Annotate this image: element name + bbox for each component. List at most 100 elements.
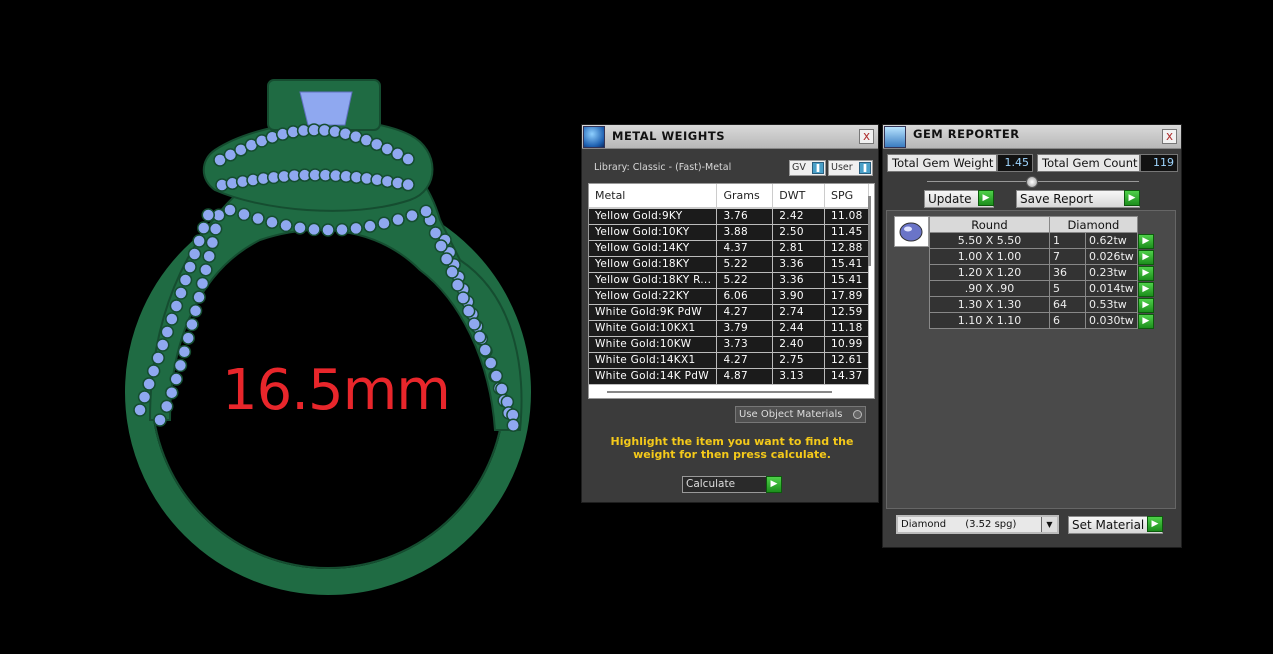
metal-weights-close-icon[interactable]: x	[859, 129, 874, 144]
gem-row-action[interactable]: ▶	[1137, 313, 1155, 329]
metal-table-cell: Yellow Gold:9KY	[589, 208, 718, 225]
right-shank-stone	[428, 226, 443, 240]
left-shank-stone	[159, 399, 174, 414]
metal-table-row[interactable]: Yellow Gold:22KY 6.06 3.90 17.89	[589, 288, 869, 305]
gem-size-cell: 1.20 X 1.20	[929, 264, 1050, 281]
gem-shape-header: Round	[929, 216, 1050, 233]
gem-row-action[interactable]: ▶	[1137, 233, 1155, 249]
metal-table-cell: 3.90	[772, 288, 826, 305]
set-material-button[interactable]: Set Material ▶	[1068, 516, 1163, 534]
left-shank-stone	[202, 249, 216, 263]
gem-row-arrow-icon[interactable]: ▶	[1137, 313, 1154, 329]
update-button[interactable]: Update ▶	[924, 190, 994, 208]
gem-row-arrow-icon[interactable]: ▶	[1137, 233, 1154, 249]
crossover-stone	[265, 215, 279, 230]
metal-column-header[interactable]: Metal	[589, 184, 718, 209]
left-shank-stone	[192, 234, 206, 248]
metal-table-row[interactable]: Yellow Gold:18KY 5.22 3.36 15.41	[589, 256, 869, 273]
gem-row-arrow-icon[interactable]: ▶	[1137, 265, 1154, 281]
gem-table-row[interactable]: 1.20 X 1.20 36 0.23tw ▶	[929, 264, 1156, 281]
gem-row-action[interactable]: ▶	[1137, 297, 1155, 313]
metal-table-row[interactable]: Yellow Gold:9KY 3.76 2.42 11.08	[589, 208, 869, 225]
gem-table-row[interactable]: 1.30 X 1.30 64 0.53tw ▶	[929, 296, 1156, 313]
metal-table-row[interactable]: Yellow Gold:10KY 3.88 2.50 11.45	[589, 224, 869, 241]
left-shank-stone	[188, 304, 203, 318]
metal-table-cell: 3.76	[716, 208, 774, 225]
right-shank-stone	[495, 382, 509, 396]
right-shank-stone	[489, 369, 504, 383]
calculate-label: Calculate	[686, 478, 736, 490]
gem-row-arrow-icon[interactable]: ▶	[1137, 297, 1154, 313]
gem-reporter-close-icon[interactable]: x	[1162, 129, 1177, 144]
right-shank-stone	[500, 395, 515, 409]
metal-table-cell: 11.18	[824, 320, 869, 337]
metal-table-horizontal-scrollbar[interactable]	[607, 391, 832, 393]
gem-row-arrow-icon[interactable]: ▶	[1137, 281, 1154, 297]
ring-model	[125, 79, 531, 595]
3d-viewport[interactable]: 16.5mm	[0, 0, 580, 654]
gem-table-row[interactable]: 1.00 X 1.00 7 0.026tw ▶	[929, 248, 1156, 265]
metal-table-cell: 4.27	[716, 304, 774, 321]
metal-column-header[interactable]: Grams	[716, 184, 774, 209]
splitter-handle[interactable]	[1026, 176, 1038, 188]
metal-table-vertical-scrollbar[interactable]	[868, 196, 871, 266]
metal-column-header[interactable]: SPG	[824, 184, 869, 209]
use-object-materials-radio-icon[interactable]	[853, 410, 862, 419]
metal-table-row[interactable]: White Gold:10KX1 3.79 2.44 11.18	[589, 320, 869, 337]
gem-reporter-titlebar[interactable]: GEM REPORTER x	[883, 125, 1181, 149]
left-shank-stone	[142, 377, 156, 391]
round-diamond-thumbnail[interactable]	[894, 216, 929, 247]
metal-table-cell: Yellow Gold:10KY	[589, 224, 718, 241]
metal-column-header[interactable]: DWT	[772, 184, 826, 209]
metal-table-row[interactable]: Yellow Gold:18KY R... 5.22 3.36 15.41	[589, 272, 869, 289]
metal-table-cell: 15.41	[824, 272, 869, 289]
metal-weights-titlebar[interactable]: METAL WEIGHTS x	[582, 125, 878, 149]
material-select[interactable]: Diamond (3.52 spg) ▼	[896, 515, 1059, 534]
gem-list: Round Diamond 5.50 X 5.50 1 0.62tw ▶ 1.00 X …	[886, 210, 1176, 509]
gem-row-action[interactable]: ▶	[1137, 249, 1155, 265]
gv-toggle[interactable]: GV ❚	[789, 160, 826, 176]
metal-table-row[interactable]: White Gold:14K PdW 4.87 3.13 14.37	[589, 368, 869, 385]
gem-table-row[interactable]: 1.10 X 1.10 6 0.030tw ▶	[929, 312, 1156, 329]
gem-row-action[interactable]: ▶	[1137, 281, 1155, 297]
metal-table-row[interactable]: White Gold:9K PdW 4.27 2.74 12.59	[589, 304, 869, 321]
gem-count-cell: 5	[1049, 280, 1086, 297]
gem-count-cell: 1	[1049, 232, 1086, 249]
left-shank-stone	[178, 273, 193, 287]
left-shank-stone	[196, 221, 211, 235]
chevron-down-icon[interactable]: ▼	[1041, 517, 1057, 532]
gem-row-arrow-icon[interactable]: ▶	[1137, 249, 1154, 265]
ring-size-label: 16.5mm	[222, 358, 451, 423]
metal-table-cell: 5.22	[716, 272, 774, 289]
metal-table-cell: Yellow Gold:14KY	[589, 240, 718, 257]
gem-table-row[interactable]: 5.50 X 5.50 1 0.62tw ▶	[929, 232, 1156, 249]
metal-table-row[interactable]: White Gold:14KX1 4.27 2.75 12.61	[589, 352, 869, 369]
update-label: Update	[928, 192, 972, 206]
left-shank-stone	[133, 403, 147, 417]
right-shank-stone	[461, 304, 476, 318]
metal-table-row[interactable]: Yellow Gold:14KY 4.37 2.81 12.88	[589, 240, 869, 257]
gv-toggle-indicator-icon: ❚	[812, 162, 824, 174]
gem-count-cell: 64	[1049, 296, 1086, 313]
update-arrow-icon: ▶	[978, 190, 994, 206]
metal-table-row[interactable]: White Gold:10KW 3.73 2.40 10.99	[589, 336, 869, 353]
library-label: Library: Classic - (Fast)-Metal	[594, 162, 732, 173]
metal-table-container[interactable]: Metal Grams DWT SPG Yellow Gold:9KY 3.76 2.42…	[588, 183, 875, 399]
save-report-button[interactable]: Save Report ▶	[1016, 190, 1140, 208]
calculate-button[interactable]: Calculate ▶	[682, 476, 782, 493]
gv-toggle-label: GV	[792, 162, 806, 173]
save-report-arrow-icon: ▶	[1124, 190, 1140, 206]
crossover-stone	[363, 219, 377, 233]
instruction-text: Highlight the item you want to find the …	[610, 435, 854, 461]
user-toggle[interactable]: User ❚	[828, 160, 873, 176]
gem-row-action[interactable]: ▶	[1137, 265, 1155, 281]
user-toggle-label: User	[831, 162, 853, 173]
gem-size-cell: .90 X .90	[929, 280, 1050, 297]
gem-table-row[interactable]: .90 X .90 5 0.014tw ▶	[929, 280, 1156, 297]
right-shank-stone	[506, 418, 520, 432]
crossover-stone	[419, 204, 433, 219]
left-shank-stone	[146, 364, 161, 378]
use-object-materials-option[interactable]: Use Object Materials	[735, 406, 866, 423]
metal-weights-logo-icon	[583, 126, 605, 148]
gem-size-cell: 1.00 X 1.00	[929, 248, 1050, 265]
